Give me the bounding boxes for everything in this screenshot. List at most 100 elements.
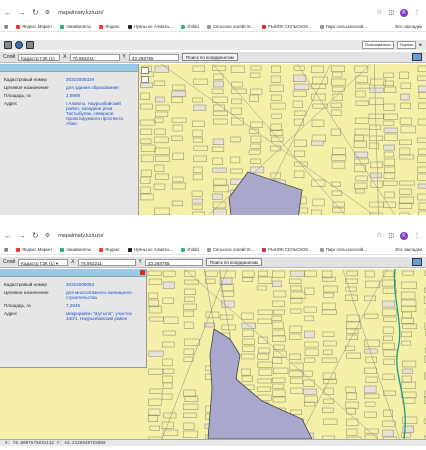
road-line (342, 269, 400, 439)
parcel-outline (293, 83, 310, 90)
parcel-outline (230, 156, 241, 164)
profile-avatar[interactable]: K (400, 8, 408, 17)
forward-icon[interactable]: → (18, 8, 26, 17)
bookmark-item[interactable]: zhddd (181, 247, 199, 252)
parcel-outline (148, 292, 159, 299)
extensions-icon[interactable]: ◫ (388, 9, 394, 17)
address-value[interactable]: микрорайон "Шугыла", участок 340/1, Наур… (64, 309, 144, 322)
all-bookmarks[interactable]: Все закладки (395, 24, 426, 29)
parcel-outline (365, 356, 377, 363)
password-field[interactable]: Пароль (396, 41, 417, 49)
parcel-outline (346, 270, 358, 277)
print-icon[interactable] (412, 258, 422, 266)
parcel-outline (272, 383, 285, 389)
pan-icon[interactable] (4, 41, 12, 49)
close-panel-icon[interactable] (140, 270, 145, 275)
parcel-outline (148, 398, 162, 406)
back-icon[interactable]: ← (4, 8, 12, 17)
parcel-outline (184, 296, 195, 302)
parcel-outline (191, 204, 203, 210)
site-info-icon[interactable]: ⚙ (45, 232, 50, 240)
reload-icon[interactable]: ↻ (32, 8, 39, 17)
y-coordinate-input[interactable]: 43.258765 (144, 258, 203, 266)
all-bookmarks[interactable]: Все закладки (395, 247, 426, 252)
area-value[interactable]: 7,2945 (64, 301, 144, 309)
bookmark-item[interactable]: Яндекс Маркет (16, 247, 52, 252)
login-icon[interactable]: ▸ (419, 42, 422, 48)
bookmark-item[interactable]: Яндекс Маркет (16, 24, 52, 29)
profile-avatar[interactable]: K (400, 231, 408, 240)
layer-select[interactable]: Кадастр ГЗК (1) ▾ (18, 53, 61, 68)
user-field[interactable]: Пользователь (361, 41, 394, 49)
parcel-outline (417, 137, 426, 143)
bookmark-item[interactable]: Парк сельскохозяй... (319, 247, 367, 252)
parcel-info-panel: Кадастровый номер 20322008063 Целевое наз… (0, 269, 147, 368)
menu-icon[interactable]: ⋮ (414, 9, 420, 17)
cadastral-number-value[interactable]: 20322008329 (64, 75, 136, 83)
map-view[interactable]: Кадастровый номер 20322008329 Целевое наз… (0, 64, 426, 215)
x-coordinate-input[interactable]: 76.953211 (69, 53, 120, 61)
parcel-outline (162, 341, 175, 348)
parcel-outline (183, 412, 197, 418)
url-text[interactable]: mapalmaty.kz/uzo/ (58, 233, 103, 239)
zoom-in-button[interactable] (141, 67, 149, 74)
map-view[interactable]: Кадастровый номер 20322008063 Целевое наз… (0, 269, 426, 439)
parcel-outline (249, 94, 259, 102)
parcel-outline (311, 134, 326, 142)
bookmark-item[interactable]: РЫНОК СЕЛЬСКОХ... (262, 24, 312, 29)
purpose-value[interactable]: для многоэтажного жилищного строительств… (64, 288, 144, 301)
parcel-outline (242, 338, 255, 345)
search-coordinates-button[interactable]: Поиск по координатам (205, 258, 262, 266)
highlighted-parcel[interactable] (228, 171, 303, 215)
bookmark-item[interactable]: Нуяны не Алматы... (127, 247, 173, 252)
bookmark-item[interactable]: Нуяны не Алматы... (127, 24, 173, 29)
bookmark-item[interactable]: АвиаБилеты (60, 247, 91, 252)
bookmark-item[interactable]: Яндекс (99, 247, 120, 252)
y-coordinate-input[interactable]: 43.258765 (128, 53, 179, 61)
info-icon[interactable] (15, 41, 23, 49)
bookmark-star-icon[interactable]: ☆ (376, 232, 382, 240)
home-icon[interactable] (26, 41, 34, 49)
bookmark-item[interactable]: Яндекс (99, 24, 120, 29)
print-icon[interactable] (412, 53, 422, 61)
parcel-outline (290, 409, 302, 415)
extensions-icon[interactable]: ◫ (388, 232, 394, 240)
parcel-outline (184, 338, 200, 346)
x-coordinate-input[interactable]: 76.953211 (77, 258, 136, 266)
parcel-outline (383, 151, 394, 158)
apps-icon[interactable]: ▦ (4, 24, 8, 30)
parcel-outline (161, 421, 174, 429)
zoom-out-button[interactable] (141, 76, 149, 83)
apps-icon[interactable]: ▦ (4, 247, 8, 253)
parcel-outline (304, 357, 316, 363)
area-value[interactable]: 2,9999 (64, 91, 136, 99)
parcel-outline (401, 317, 414, 324)
bookmark-item[interactable]: РЫНОК СЕЛЬСКОХ... (262, 247, 312, 252)
parcel-outline (191, 190, 203, 197)
y-label: Y (138, 259, 142, 265)
cadastral-number-value[interactable]: 20322008063 (64, 280, 144, 288)
bookmark-item[interactable]: Сельское хозяйств... (206, 247, 254, 252)
bookmark-item[interactable]: zhddd (181, 24, 199, 29)
bookmark-item[interactable]: АвиаБилеты (60, 24, 91, 29)
parcel-outline (370, 78, 386, 86)
bookmark-item[interactable]: Парк сельскохозяй... (319, 24, 367, 29)
parcel-outline (312, 76, 328, 85)
parcel-outline (257, 353, 269, 360)
reload-icon[interactable]: ↻ (32, 231, 39, 240)
url-text[interactable]: mapalmaty.kz/uzo/ (58, 10, 103, 16)
bookmark-star-icon[interactable]: ☆ (376, 9, 382, 17)
parcel-outline (354, 128, 370, 136)
layer-select[interactable]: Кадастр ГЗК (1) ▾ (18, 258, 69, 266)
parcel-outline (192, 137, 203, 143)
address-value[interactable]: г.Алматы, Наурызбайский район, западнее … (64, 99, 136, 127)
forward-icon[interactable]: → (18, 231, 26, 240)
menu-icon[interactable]: ⋮ (414, 232, 420, 240)
search-coordinates-button[interactable]: Поиск по координатам (181, 53, 238, 61)
bookmark-item[interactable]: Сельское хозяйств... (206, 24, 254, 29)
site-info-icon[interactable]: ⚙ (45, 9, 50, 17)
parcel-outline (257, 276, 273, 284)
purpose-value[interactable]: для здания образования (64, 83, 136, 91)
parcel-outline (162, 297, 175, 304)
back-icon[interactable]: ← (4, 231, 12, 240)
